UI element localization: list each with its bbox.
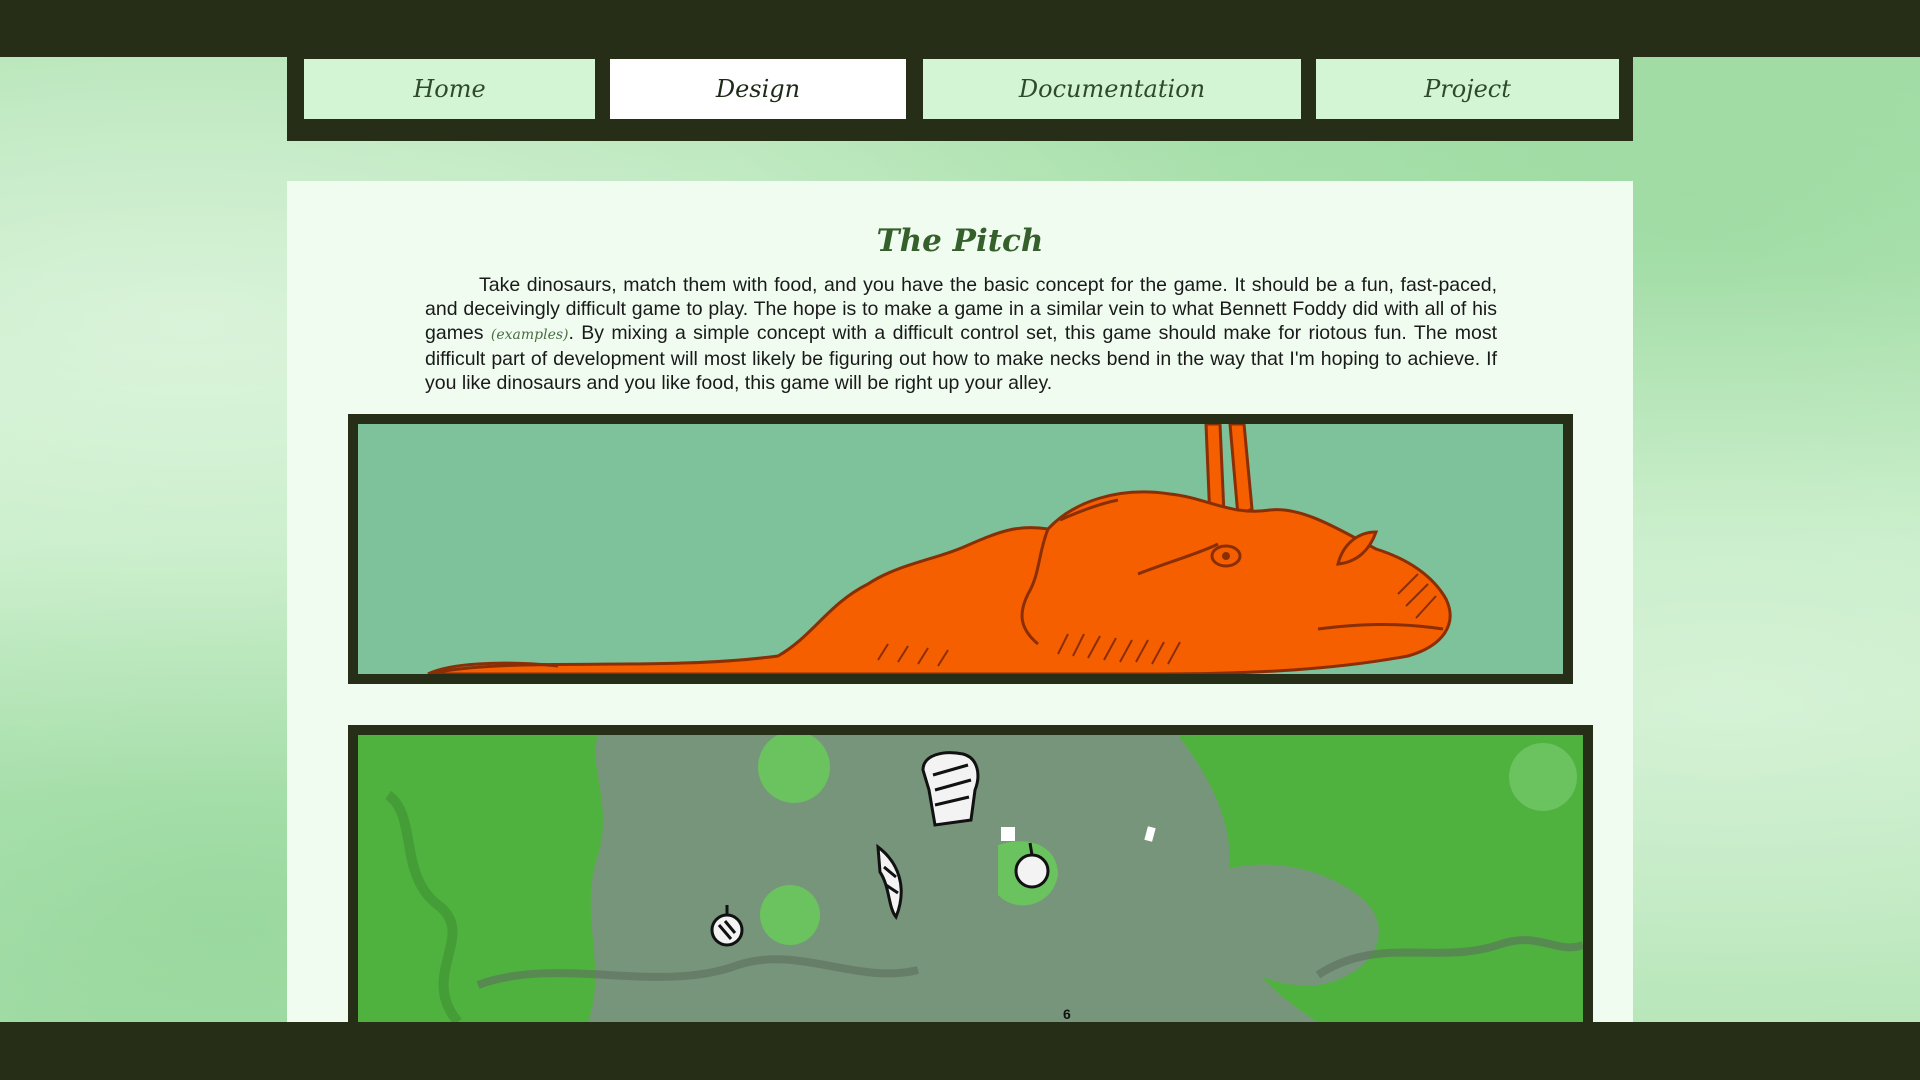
pitch-text-end: . By mixing a simple concept with a diff… xyxy=(425,322,1497,394)
game-screenshot-frame: 6 xyxy=(348,725,1593,1022)
tab-documentation[interactable]: Documentation xyxy=(923,59,1301,119)
top-bar xyxy=(0,0,1920,57)
tab-project[interactable]: Project xyxy=(1316,59,1619,119)
game-screenshot: 6 xyxy=(358,735,1583,1022)
triceratops-illustration xyxy=(358,424,1563,674)
pitch-paragraph: Take dinosaurs, match them with food, an… xyxy=(425,273,1497,395)
examples-link[interactable]: (examples) xyxy=(491,327,569,343)
tab-home[interactable]: Home xyxy=(304,59,595,119)
page-title: The Pitch xyxy=(876,223,1044,259)
game-counter: 6 xyxy=(1063,1006,1071,1022)
tab-design[interactable]: Design xyxy=(610,59,906,119)
bottom-bar xyxy=(0,1022,1920,1080)
nav-bar: Home Design Documentation Project xyxy=(287,57,1633,141)
dinosaur-image-frame xyxy=(348,414,1573,684)
content-panel: The Pitch Take dinosaurs, match them wit… xyxy=(287,181,1633,1022)
